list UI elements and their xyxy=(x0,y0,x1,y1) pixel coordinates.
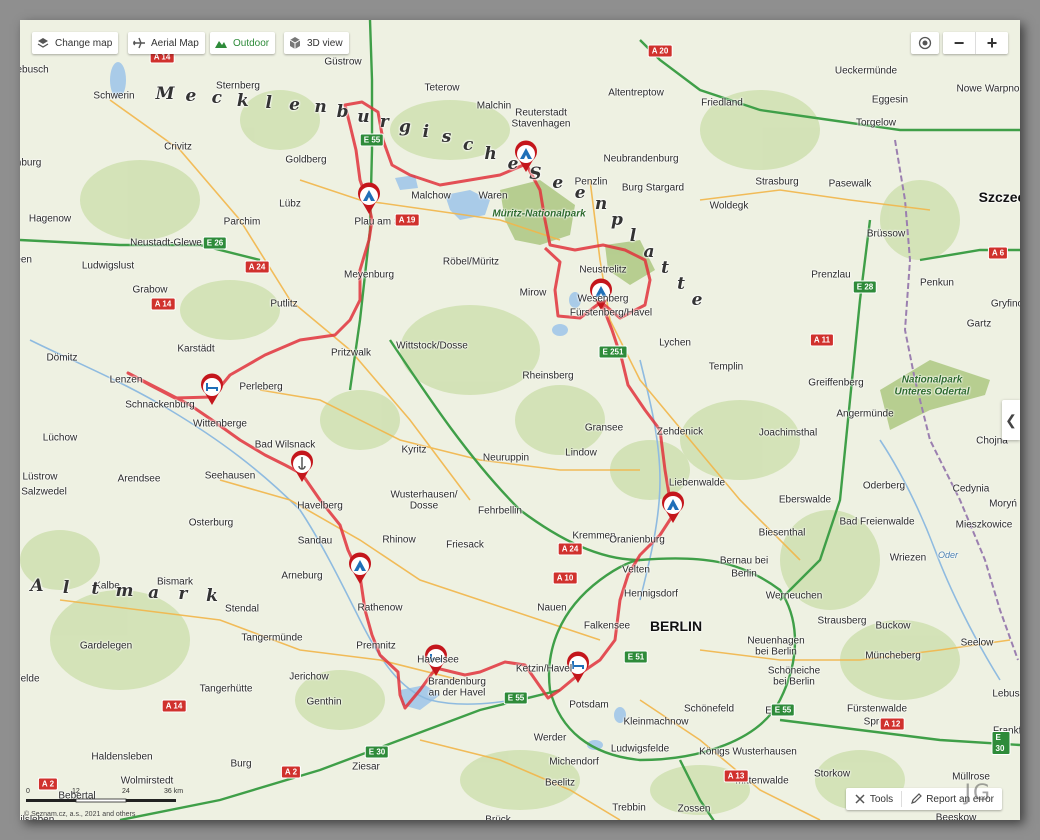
plane-icon xyxy=(133,37,145,49)
target-icon xyxy=(918,36,932,50)
aerial-map-button[interactable]: Aerial Map xyxy=(128,32,205,54)
3d-view-label: 3D view xyxy=(307,37,343,49)
map-frame[interactable]: Güstrow Teterow Malchin Ueckermünde Eggesin N… xyxy=(20,20,1020,820)
locate-button[interactable] xyxy=(911,32,939,54)
layers-icon xyxy=(37,38,49,48)
tools-button[interactable]: Tools xyxy=(846,793,901,805)
tools-label: Tools xyxy=(869,793,894,805)
zoom-out-button[interactable]: − xyxy=(943,32,975,54)
scale-tick-12: 12 xyxy=(72,788,80,795)
scale-bar: 0 12 24 36 km xyxy=(26,788,186,806)
mountain-icon xyxy=(215,41,227,48)
copyright-notice[interactable]: © Seznam.cz, a.s., 2021 and others xyxy=(24,811,135,818)
3d-view-button[interactable]: 3D view xyxy=(284,32,349,54)
side-panel-toggle[interactable]: ❮ xyxy=(1002,400,1020,440)
scale-tick-0: 0 xyxy=(26,788,30,795)
scale-tick-24: 24 xyxy=(122,788,130,795)
zoom-controls: − + xyxy=(911,32,1008,54)
map-canvas[interactable] xyxy=(20,20,1020,820)
outdoor-label: Outdoor xyxy=(233,37,270,49)
cube-icon xyxy=(289,37,301,49)
change-map-label: Change map xyxy=(55,37,113,49)
scale-bar-graphic xyxy=(26,798,176,803)
pencil-icon xyxy=(911,793,923,804)
aerial-map-label: Aerial Map xyxy=(151,37,199,49)
scale-tick-36: 36 km xyxy=(164,788,184,795)
zoom-in-button[interactable]: + xyxy=(976,32,1008,54)
tools-icon xyxy=(855,794,865,804)
watermark: JG xyxy=(964,781,992,806)
change-map-button[interactable]: Change map xyxy=(32,32,119,54)
outdoor-button[interactable]: Outdoor xyxy=(210,32,276,54)
